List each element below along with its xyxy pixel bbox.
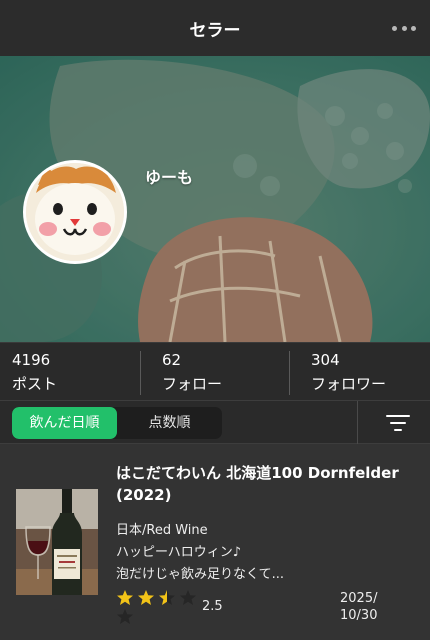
star-empty-icon — [180, 590, 196, 605]
stat-followers-label: フォロワー — [311, 375, 387, 393]
wine-photo[interactable] — [16, 489, 98, 595]
stat-following-count: 62 — [162, 351, 182, 369]
stats-bar: 4196 ポスト 62 フォロー 304 フォロワー — [0, 342, 430, 400]
stat-followers-count: 304 — [311, 351, 340, 369]
filter-icon[interactable] — [384, 413, 414, 433]
cat-character-avatar-icon — [26, 163, 124, 261]
star-empty-icon — [117, 609, 133, 624]
avatar[interactable] — [23, 160, 127, 264]
post-comment-line-1: ハッピーハロウィン♪ — [116, 545, 242, 560]
stat-following-label: フォロー — [162, 375, 223, 393]
sort-segmented-control: 飲んだ日順 点数順 — [12, 407, 222, 439]
stat-following[interactable]: 62 フォロー — [141, 343, 289, 401]
top-nav: セラー — [0, 0, 430, 56]
list-item[interactable]: はこだてわいん 北海道100 Dornfelder (2022) 日本/Red … — [0, 444, 430, 640]
stat-posts-count: 4196 — [12, 351, 51, 369]
page-title: セラー — [189, 21, 241, 41]
sort-by-score-button[interactable]: 点数順 — [117, 407, 222, 439]
star-full-icon — [117, 590, 133, 605]
ellipsis-icon[interactable] — [392, 18, 416, 38]
post-date: 2025/10/30 — [340, 591, 378, 623]
filter-divider — [357, 401, 358, 445]
stat-posts[interactable]: 4196 ポスト — [0, 343, 140, 401]
post-comment-line-2: 泡だけじゃ飲み足りなくて... — [116, 567, 285, 582]
username[interactable]: ゆーも — [145, 164, 193, 188]
wine-origin-type: 日本/Red Wine — [116, 523, 208, 538]
sort-bar: 飲んだ日順 点数順 — [0, 400, 430, 445]
wine-title[interactable]: はこだてわいん 北海道100 Dornfelder (2022) — [116, 462, 416, 506]
rating-value: 2.5 — [202, 599, 223, 614]
star-half-icon — [159, 590, 175, 605]
wine-bottle-image — [16, 489, 98, 595]
sort-by-date-button[interactable]: 飲んだ日順 — [12, 407, 117, 439]
stat-posts-label: ポスト — [12, 375, 58, 393]
stat-followers[interactable]: 304 フォロワー — [290, 343, 430, 401]
star-full-icon — [138, 590, 154, 605]
cover-photo: ゆーも — [0, 56, 430, 342]
